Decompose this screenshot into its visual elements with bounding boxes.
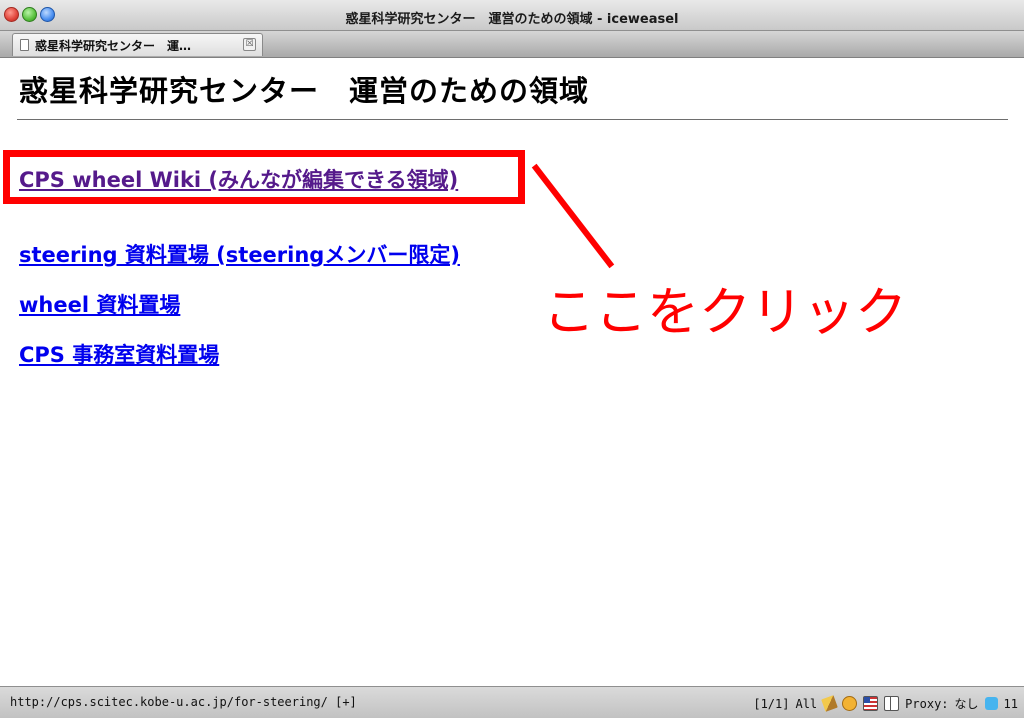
tab-bar: 惑星科学研究センター 運… ☒ (0, 31, 1024, 58)
twitter-count: 11 (1003, 696, 1018, 711)
flag-icon[interactable] (863, 696, 879, 711)
proxy-value[interactable]: なし (955, 695, 979, 712)
greasemonkey-icon[interactable] (842, 696, 858, 711)
annotation-text: ここをクリック (543, 283, 908, 343)
tab-label: 惑星科学研究センター 運… (35, 39, 192, 53)
tab-close-icon[interactable]: ☒ (243, 38, 256, 51)
window-titlebar[interactable]: 惑星科学研究センター 運営のための領域 - iceweasel (0, 0, 1024, 31)
pen-icon[interactable] (821, 695, 839, 712)
window-title: 惑星科学研究センター 運営のための領域 - iceweasel (345, 12, 679, 27)
annotation-pointer-line (531, 163, 615, 269)
status-right-area: [1/1] All Proxy: なし 11 (753, 695, 1018, 712)
twitter-icon[interactable] (984, 697, 998, 710)
status-position: [1/1] (753, 696, 790, 711)
page-content: 惑星科学研究センター 運営のための領域 CPS wheel Wiki (みんなが… (0, 58, 1024, 686)
proxy-label: Proxy: (905, 696, 949, 711)
page-icon (20, 39, 29, 51)
grid-icon[interactable] (884, 696, 900, 711)
status-bar: http://cps.scitec.kobe-u.ac.jp/for-steer… (0, 686, 1024, 718)
status-scroll: All (795, 696, 818, 711)
browser-tab[interactable]: 惑星科学研究センター 運… ☒ (12, 33, 263, 56)
status-url: http://cps.scitec.kobe-u.ac.jp/for-steer… (10, 695, 357, 709)
